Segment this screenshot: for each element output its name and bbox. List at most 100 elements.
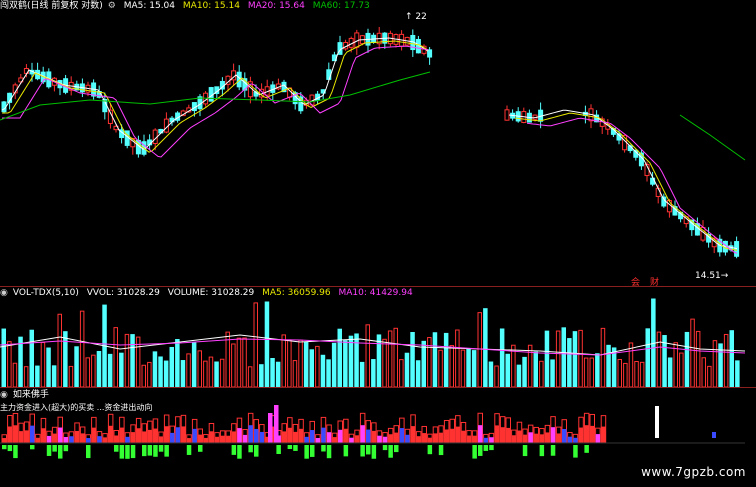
indicator-bar[interactable]	[405, 434, 410, 443]
indicator-bar[interactable]	[371, 430, 377, 443]
volume-bar[interactable]	[617, 359, 622, 387]
volume-bar[interactable]	[343, 340, 348, 387]
indicator-pane[interactable]: ◉ 如来佛手 主力资金进入(超大)的买卖 ...资金进出动向 www.7gpzb.…	[0, 388, 756, 487]
volume-bar[interactable]	[91, 354, 96, 387]
indicator-bar[interactable]	[52, 433, 57, 443]
volume-bar[interactable]	[561, 327, 566, 387]
indicator-bar[interactable]	[522, 434, 528, 443]
indicator-bar[interactable]	[349, 437, 354, 443]
indicator-bar[interactable]	[366, 445, 371, 455]
volume-pane[interactable]: ◉ VOL-TDX(5,10) VVOL: 31028.29 VOLUME: 31…	[0, 287, 756, 387]
volume-bar[interactable]	[236, 337, 242, 387]
indicator-bar[interactable]	[18, 431, 24, 443]
indicator-bar[interactable]	[13, 425, 18, 443]
indicator-bar[interactable]	[382, 445, 388, 451]
volume-bar[interactable]	[606, 344, 611, 387]
indicator-bar[interactable]	[153, 428, 158, 443]
indicator-bar[interactable]	[332, 437, 337, 443]
indicator-bar[interactable]	[567, 436, 573, 443]
volume-bar[interactable]	[337, 328, 342, 387]
indicator-bar[interactable]	[125, 445, 130, 459]
volume-bar[interactable]	[729, 330, 734, 387]
volume-bar[interactable]	[219, 358, 225, 387]
settings-icon[interactable]: ⚙	[108, 1, 116, 11]
candlestick[interactable]	[521, 107, 527, 124]
candlestick[interactable]	[51, 77, 57, 92]
volume-bar[interactable]	[735, 360, 740, 387]
volume-bar[interactable]	[68, 365, 74, 387]
indicator-bar[interactable]	[276, 445, 281, 454]
volume-bar[interactable]	[186, 353, 191, 387]
indicator-bar[interactable]	[399, 428, 405, 443]
indicator-bar[interactable]	[214, 436, 220, 443]
indicator-bar[interactable]	[58, 427, 63, 443]
volume-bar[interactable]	[415, 360, 421, 387]
volume-bar[interactable]	[404, 352, 410, 387]
volume-bar[interactable]	[74, 346, 79, 387]
indicator-bar[interactable]	[80, 433, 85, 443]
indicator-bar[interactable]	[360, 445, 365, 457]
indicator-bar[interactable]	[427, 445, 433, 455]
indicator-bar[interactable]	[522, 445, 528, 457]
volume-bar[interactable]	[275, 361, 281, 387]
volume-bar[interactable]	[253, 302, 258, 387]
indicator-bar[interactable]	[63, 436, 69, 443]
indicator-bar[interactable]	[158, 445, 164, 452]
indicator-bar[interactable]	[394, 432, 399, 443]
price-chart-pane[interactable]: 闯双鹤(日线 前复权 对数) ⚙ MA5: 15.04 MA10: 15.14 M…	[0, 0, 756, 288]
indicator-bar[interactable]	[550, 445, 556, 456]
volume-bar[interactable]	[359, 361, 365, 387]
indicator-bar[interactable]	[231, 431, 237, 443]
volume-bar[interactable]	[51, 365, 57, 387]
indicator-bar[interactable]	[433, 433, 438, 443]
volume-bar[interactable]	[79, 310, 85, 387]
volume-bar[interactable]	[354, 333, 359, 387]
circle-icon[interactable]: ◉	[0, 390, 8, 400]
indicator-bar[interactable]	[142, 431, 147, 443]
volume-bar[interactable]	[191, 342, 197, 387]
indicator-bar[interactable]	[366, 429, 371, 443]
volume-bar[interactable]	[40, 342, 46, 387]
indicator-bar[interactable]	[388, 434, 393, 443]
indicator-bar[interactable]	[147, 445, 153, 456]
indicator-bar[interactable]	[130, 432, 136, 443]
volume-bar[interactable]	[208, 356, 214, 387]
volume-bar[interactable]	[634, 360, 639, 387]
volume-bar[interactable]	[320, 354, 326, 387]
indicator-bar[interactable]	[394, 445, 399, 453]
volume-bar[interactable]	[63, 331, 68, 387]
volume-bar[interactable]	[645, 328, 650, 387]
indicator-bar[interactable]	[584, 425, 589, 443]
indicator-bar[interactable]	[74, 430, 80, 443]
volume-bar[interactable]	[589, 357, 594, 387]
volume-bar[interactable]	[432, 332, 438, 387]
indicator-bar[interactable]	[444, 429, 449, 443]
volume-bar[interactable]	[365, 324, 370, 387]
volume-bar[interactable]	[326, 359, 331, 387]
indicator-bar[interactable]	[483, 445, 489, 451]
volume-bar[interactable]	[639, 361, 645, 387]
volume-bar[interactable]	[292, 360, 298, 387]
indicator-bar[interactable]	[186, 445, 192, 455]
indicator-bar[interactable]	[472, 445, 477, 459]
indicator-bar[interactable]	[489, 437, 494, 443]
indicator-bar[interactable]	[287, 427, 293, 443]
volume-chart[interactable]	[0, 287, 756, 387]
indicator-bar[interactable]	[192, 428, 197, 443]
volume-bar[interactable]	[712, 340, 718, 387]
indicator-bar[interactable]	[590, 425, 595, 443]
volume-bar[interactable]	[460, 349, 466, 387]
volume-bar[interactable]	[180, 360, 186, 387]
indicator-bar[interactable]	[416, 436, 421, 443]
volume-bar[interactable]	[466, 348, 471, 387]
indicator-bar[interactable]	[321, 427, 326, 443]
indicator-bar[interactable]	[7, 426, 13, 443]
volume-bar[interactable]	[505, 353, 510, 387]
indicator-bar[interactable]	[517, 430, 522, 443]
volume-bar[interactable]	[701, 357, 706, 387]
indicator-bar[interactable]	[326, 432, 332, 443]
indicator-bar[interactable]	[438, 445, 444, 456]
indicator-bar[interactable]	[136, 428, 141, 443]
indicator-bar[interactable]	[282, 431, 287, 443]
indicator-bar[interactable]	[24, 430, 29, 443]
